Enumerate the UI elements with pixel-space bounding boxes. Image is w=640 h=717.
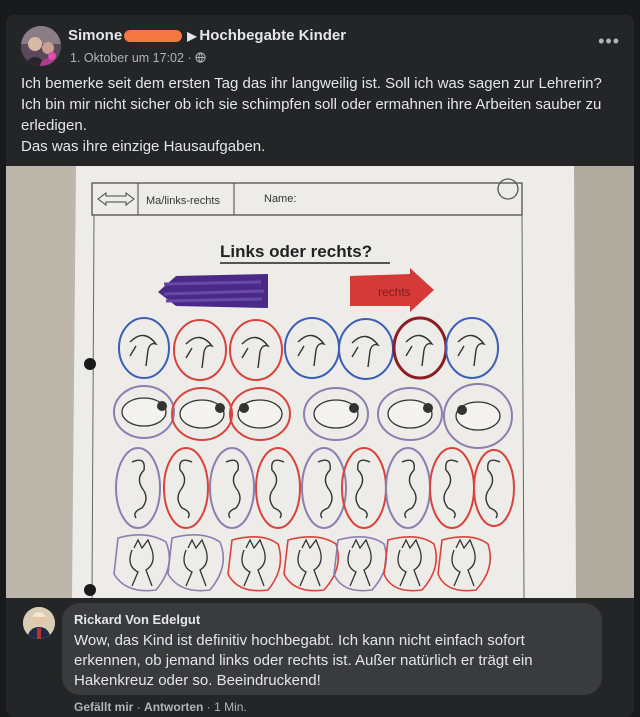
redaction-mark	[124, 30, 183, 43]
comment-time[interactable]: 1 Min.	[214, 700, 247, 714]
post-text-line: Das was ihre einzige Hausaufgaben.	[21, 138, 266, 155]
commenter-avatar[interactable]	[23, 607, 55, 639]
arrow-right-icon: ▶	[187, 29, 197, 43]
post-card: Simone ▶ Hochbegabte Kinder 1. Oktober um …	[6, 15, 634, 717]
worksheet-image: Ma/links-rechts Name: Links oder rechts?…	[6, 166, 634, 598]
meta-separator: ·	[187, 51, 192, 65]
like-link[interactable]: Gefällt mir	[74, 700, 133, 714]
reply-link[interactable]: Antworten	[144, 700, 203, 714]
worksheet-title: Links oder rechts?	[220, 242, 372, 261]
author-name[interactable]: Simone	[68, 27, 122, 44]
worksheet-subject: Ma/links-rechts	[146, 195, 220, 207]
comment-section: Rickard Von Edelgut Wow, das Kind ist de…	[6, 598, 634, 717]
commenter-name[interactable]: Rickard Von Edelgut	[74, 612, 200, 627]
post-text-line: Ich bin mir nicht sicher ob ich sie schi…	[21, 96, 606, 134]
arrow-label: rechts	[378, 285, 411, 299]
author-avatar[interactable]	[21, 26, 61, 66]
comment-actions: Gefällt mir · Antworten · 1 Min.	[74, 700, 247, 714]
post-header: Simone ▶ Hochbegabte Kinder	[68, 27, 346, 44]
more-options-icon[interactable]: •••	[598, 31, 620, 52]
group-name[interactable]: Hochbegabte Kinder	[199, 27, 346, 44]
post-meta: 1. Oktober um 17:02 ·	[70, 51, 206, 65]
globe-icon	[195, 51, 206, 65]
comment-text: Wow, das Kind ist definitiv hochbegabt. …	[74, 632, 533, 689]
action-separator: ·	[136, 700, 141, 714]
action-separator: ·	[206, 700, 211, 714]
post-photo[interactable]: Ma/links-rechts Name: Links oder rechts?…	[6, 166, 634, 598]
post-text: Ich bemerke seit dem ersten Tag das ihr …	[21, 73, 621, 157]
post-timestamp[interactable]: 1. Oktober um 17:02	[70, 51, 184, 65]
comment-bubble: Rickard Von Edelgut Wow, das Kind ist de…	[62, 603, 602, 695]
post-text-line: Ich bemerke seit dem ersten Tag das ihr …	[21, 75, 602, 92]
worksheet-name-label: Name:	[264, 193, 296, 205]
